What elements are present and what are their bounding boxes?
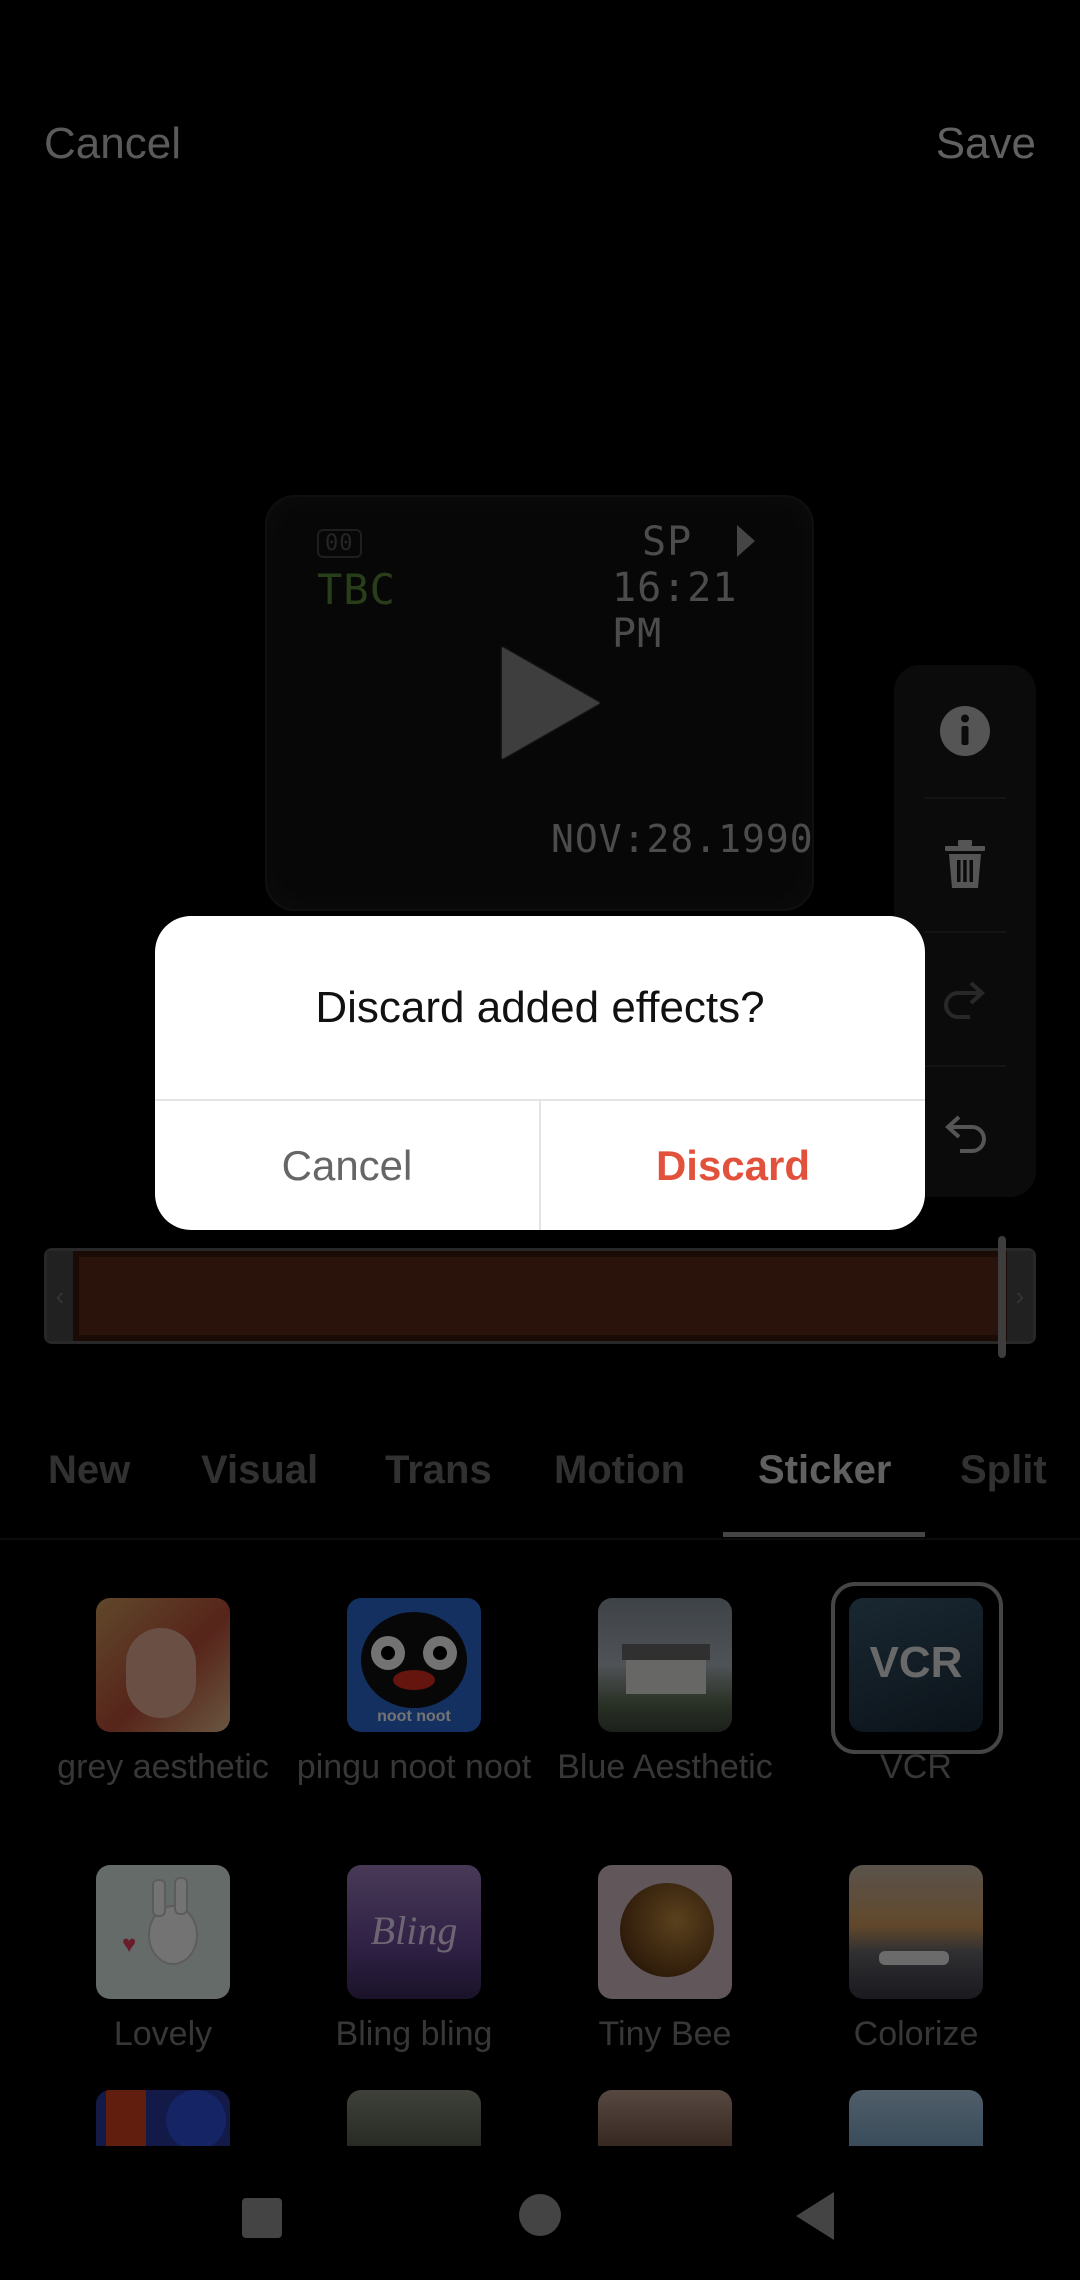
effect-thumbnail: ♥	[96, 1865, 230, 1999]
cancel-button[interactable]: Cancel	[44, 112, 181, 176]
effect-label: Lovely	[113, 2015, 213, 2053]
undo-icon	[945, 1115, 986, 1153]
save-button[interactable]: Save	[936, 112, 1036, 176]
dialog-title: Discard added effects?	[315, 982, 765, 1032]
osd-sp-label: SP	[642, 519, 693, 565]
home-icon[interactable]	[519, 2194, 561, 2236]
tab-visual[interactable]: Visual	[201, 1430, 318, 1510]
tab-motion[interactable]: Motion	[554, 1430, 685, 1510]
effect-category-tabs: New Visual Trans Motion Sticker Split	[0, 1430, 1080, 1540]
tab-sticker[interactable]: Sticker	[758, 1430, 891, 1510]
effect-thumbnail	[96, 1598, 230, 1732]
effect-thumbnail: VCR	[849, 1598, 983, 1732]
effect-thumbnail	[598, 1865, 732, 1999]
effect-item-grey-aesthetic[interactable]: grey aesthetic	[38, 1598, 288, 1788]
effect-thumbnail	[598, 1598, 732, 1732]
effect-label: Tiny Bee	[598, 2015, 732, 2053]
effect-item-lovely[interactable]: ♥ Lovely	[38, 1865, 288, 2055]
tab-trans[interactable]: Trans	[385, 1430, 492, 1510]
info-icon	[940, 706, 990, 756]
effect-label: grey aesthetic	[57, 1748, 269, 1786]
effect-thumbnail: Bling	[347, 1865, 481, 1999]
effect-label: Blue Aesthetic	[557, 1748, 773, 1786]
effect-item-bling-bling[interactable]: Bling Bling bling	[289, 1865, 539, 2055]
effect-item-tiny-bee[interactable]: Tiny Bee	[540, 1865, 790, 2055]
osd-counter: 00	[317, 529, 362, 558]
effect-thumbnail-partial[interactable]	[598, 2090, 732, 2146]
effect-thumbnail-partial[interactable]	[849, 2090, 983, 2146]
effect-item-colorize[interactable]: Colorize	[791, 1865, 1041, 2055]
video-preview[interactable]: 00 TBC SP 16:21 PM NOV:28.1990	[265, 495, 814, 911]
tab-split[interactable]: Split	[960, 1430, 1047, 1510]
osd-play-indicator-icon	[737, 525, 755, 557]
playhead[interactable]	[998, 1236, 1006, 1358]
tab-new[interactable]: New	[48, 1430, 130, 1510]
back-icon[interactable]	[796, 2192, 834, 2240]
recents-icon[interactable]	[242, 2198, 282, 2238]
trim-handle-right[interactable]: ›	[1007, 1251, 1033, 1341]
effect-label: Colorize	[853, 2015, 979, 2053]
effect-label: Bling bling	[335, 2015, 493, 2053]
thumbnail-text: VCR	[869, 1638, 963, 1687]
timeline-track[interactable]: ‹ ›	[44, 1248, 1036, 1344]
osd-tbc-label: TBC	[317, 565, 396, 614]
effect-thumbnail	[849, 1865, 983, 1999]
effect-item-pingu-noot-noot[interactable]: noot noot pingu noot noot	[289, 1598, 539, 1788]
effect-thumbnail: noot noot	[347, 1598, 481, 1732]
redo-icon	[944, 981, 985, 1019]
trash-icon	[945, 840, 985, 888]
dialog-discard-button[interactable]: Discard	[541, 1101, 925, 1230]
info-button[interactable]	[894, 665, 1036, 797]
tabs-divider	[0, 1538, 1080, 1540]
play-icon[interactable]	[502, 647, 600, 759]
effect-label: pingu noot noot	[296, 1748, 532, 1786]
effect-item-blue-aesthetic[interactable]: Blue Aesthetic	[540, 1598, 790, 1788]
effect-thumbnail-partial[interactable]	[347, 2090, 481, 2146]
discard-effects-dialog: Discard added effects? Cancel Discard	[155, 916, 925, 1230]
osd-date: NOV:28.1990	[551, 817, 814, 861]
osd-time: 16:21 PM	[612, 565, 738, 657]
trim-handle-left[interactable]: ‹	[47, 1251, 73, 1341]
effect-thumbnail-partial[interactable]	[96, 2090, 230, 2146]
thumbnail-text: noot noot	[377, 1708, 451, 1725]
system-navigation-bar	[0, 2158, 1080, 2280]
active-tab-indicator	[723, 1532, 925, 1537]
effect-clip[interactable]	[79, 1257, 999, 1335]
effect-item-vcr[interactable]: VCR VCR	[791, 1582, 1041, 1788]
thumbnail-text: Bling	[370, 1908, 458, 1953]
dialog-cancel-button[interactable]: Cancel	[155, 1101, 539, 1230]
delete-button[interactable]	[894, 799, 1036, 931]
